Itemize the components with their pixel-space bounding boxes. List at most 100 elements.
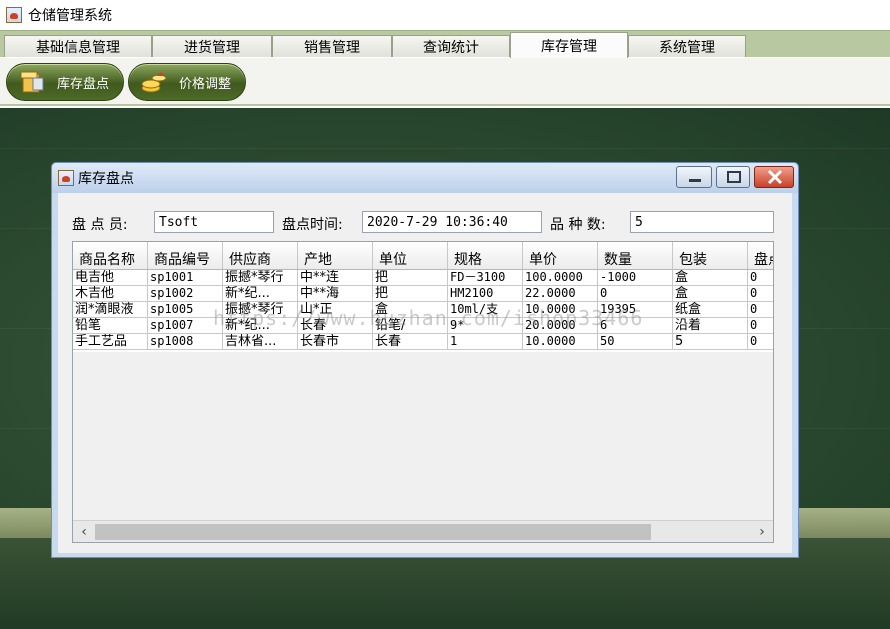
table-cell: sp1005 bbox=[148, 302, 223, 317]
table-cell: 把 bbox=[373, 286, 448, 301]
table-cell: 10ml/支 bbox=[448, 302, 523, 317]
column-header[interactable]: 规格 bbox=[448, 242, 523, 269]
table-cell: 新*纪... bbox=[223, 318, 298, 333]
table-cell: 5 bbox=[673, 334, 748, 349]
table-cell: 22.0000 bbox=[523, 286, 598, 301]
close-icon bbox=[767, 169, 783, 185]
check-time-label: 盘点时间: bbox=[282, 217, 343, 233]
table-row[interactable]: 手工艺品 sp1008 吉林省... 长春市 长春 1 10.0000 50 5… bbox=[73, 334, 773, 350]
minimize-icon bbox=[689, 179, 701, 182]
price-adjust-button[interactable]: 价格调整 bbox=[128, 63, 246, 101]
table-cell: -1000 bbox=[598, 270, 673, 285]
inventory-check-label: 库存盘点 bbox=[57, 76, 110, 92]
table-cell: 盒 bbox=[673, 286, 748, 301]
column-header[interactable]: 数量 bbox=[598, 242, 673, 269]
table-cell: sp1001 bbox=[148, 270, 223, 285]
table-cell: sp1007 bbox=[148, 318, 223, 333]
table-header: 商品名称 商品编号 供应商 产地 单位 规格 单价 数量 包装 盘点 bbox=[73, 242, 773, 270]
column-header[interactable]: 供应商 bbox=[223, 242, 298, 269]
java-cup-icon bbox=[6, 7, 22, 23]
table-row[interactable]: 电吉他 sp1001 振撼*琴行 中**连 把 FD－3100 100.0000… bbox=[73, 270, 773, 286]
price-adjust-label: 价格调整 bbox=[179, 76, 232, 92]
toolbar: 库存盘点 价格调整 bbox=[0, 58, 890, 106]
table-cell: 盒 bbox=[673, 270, 748, 285]
column-header[interactable]: 盘点 bbox=[748, 242, 773, 269]
app-title-bar: 仓储管理系统 bbox=[0, 0, 890, 30]
table-row[interactable]: 木吉他 sp1002 新*纪... 中**海 把 HM2100 22.0000 … bbox=[73, 286, 773, 302]
scrollbar-thumb[interactable] bbox=[95, 524, 651, 540]
table-cell: 0 bbox=[748, 334, 773, 349]
table-cell: 长春 bbox=[298, 318, 373, 333]
table-cell: 山*正 bbox=[298, 302, 373, 317]
table-cell: 20.0000 bbox=[523, 318, 598, 333]
table-cell: 10.0000 bbox=[523, 334, 598, 349]
menu-tab-bar: 基础信息管理 进货管理 销售管理 查询统计 库存管理 系统管理 bbox=[0, 30, 890, 58]
table-empty-area bbox=[73, 352, 773, 520]
scroll-right-icon[interactable]: › bbox=[754, 524, 770, 540]
checker-field[interactable]: Tsoft bbox=[154, 211, 274, 233]
table-cell: 50 bbox=[598, 334, 673, 349]
item-count-field[interactable]: 5 bbox=[630, 211, 774, 233]
table-cell: 手工艺品 bbox=[73, 334, 148, 349]
inventory-check-window: 库存盘点 盘 点 员: Tsoft 盘点时间: 2020-7-29 10:36:… bbox=[51, 162, 799, 558]
table-cell: FD－3100 bbox=[448, 270, 523, 285]
table-cell: 铅笔 bbox=[73, 318, 148, 333]
maximize-icon bbox=[727, 171, 741, 183]
tab-system[interactable]: 系统管理 bbox=[628, 35, 746, 57]
table-cell: 10.0000 bbox=[523, 302, 598, 317]
inventory-box-icon bbox=[17, 68, 47, 96]
table-cell: 沿着 bbox=[673, 318, 748, 333]
tab-purchase[interactable]: 进货管理 bbox=[152, 35, 272, 57]
window-content: 盘 点 员: Tsoft 盘点时间: 2020-7-29 10:36:40 品 … bbox=[58, 193, 792, 553]
table-cell: 中**连 bbox=[298, 270, 373, 285]
price-coins-icon bbox=[139, 68, 169, 96]
maximize-button[interactable] bbox=[716, 166, 750, 188]
inventory-check-button[interactable]: 库存盘点 bbox=[6, 63, 124, 101]
table-cell: 纸盒 bbox=[673, 302, 748, 317]
table-row[interactable]: 铅笔 sp1007 新*纪... 长春 铅笔/ 9* 20.0000 6 沿着 … bbox=[73, 318, 773, 334]
table-cell: 0 bbox=[748, 286, 773, 301]
tab-sales[interactable]: 销售管理 bbox=[272, 35, 392, 57]
table-cell: 6 bbox=[598, 318, 673, 333]
tab-query-stats[interactable]: 查询统计 bbox=[392, 35, 510, 57]
scroll-left-icon[interactable]: ‹ bbox=[76, 524, 92, 540]
inventory-table: 商品名称 商品编号 供应商 产地 单位 规格 单价 数量 包装 盘点 电吉他 s… bbox=[72, 241, 774, 543]
window-title: 库存盘点 bbox=[78, 171, 134, 187]
close-button[interactable] bbox=[754, 166, 794, 188]
table-cell: 振撼*琴行 bbox=[223, 302, 298, 317]
app-title: 仓储管理系统 bbox=[28, 8, 112, 24]
table-row[interactable]: 润*滴眼液 sp1005 振撼*琴行 山*正 盒 10ml/支 10.0000 … bbox=[73, 302, 773, 318]
column-header[interactable]: 商品编号 bbox=[148, 242, 223, 269]
table-cell: 电吉他 bbox=[73, 270, 148, 285]
table-body: 电吉他 sp1001 振撼*琴行 中**连 把 FD－3100 100.0000… bbox=[73, 270, 773, 350]
table-cell: 0 bbox=[748, 270, 773, 285]
table-cell: 中**海 bbox=[298, 286, 373, 301]
table-cell: HM2100 bbox=[448, 286, 523, 301]
table-cell: 新*纪... bbox=[223, 286, 298, 301]
item-count-label: 品 种 数: bbox=[550, 217, 606, 233]
column-header[interactable]: 产地 bbox=[298, 242, 373, 269]
java-cup-icon bbox=[58, 170, 74, 186]
horizontal-scrollbar[interactable]: ‹ › bbox=[73, 520, 773, 542]
check-time-field[interactable]: 2020-7-29 10:36:40 bbox=[362, 211, 542, 233]
table-cell: 吉林省... bbox=[223, 334, 298, 349]
column-header[interactable]: 单价 bbox=[523, 242, 598, 269]
window-title-bar[interactable]: 库存盘点 bbox=[52, 163, 798, 193]
table-cell: 0 bbox=[748, 302, 773, 317]
tab-basic-info[interactable]: 基础信息管理 bbox=[4, 35, 152, 57]
tab-inventory[interactable]: 库存管理 bbox=[510, 32, 628, 58]
column-header[interactable]: 单位 bbox=[373, 242, 448, 269]
checker-label: 盘 点 员: bbox=[72, 217, 128, 233]
minimize-button[interactable] bbox=[676, 166, 712, 188]
table-cell: 润*滴眼液 bbox=[73, 302, 148, 317]
table-cell: 19395 bbox=[598, 302, 673, 317]
table-cell: 9* bbox=[448, 318, 523, 333]
column-header[interactable]: 商品名称 bbox=[73, 242, 148, 269]
column-header[interactable]: 包装 bbox=[673, 242, 748, 269]
table-cell: sp1002 bbox=[148, 286, 223, 301]
table-cell: 长春 bbox=[373, 334, 448, 349]
table-cell: 1 bbox=[448, 334, 523, 349]
table-cell: sp1008 bbox=[148, 334, 223, 349]
table-cell: 木吉他 bbox=[73, 286, 148, 301]
table-cell: 0 bbox=[748, 318, 773, 333]
